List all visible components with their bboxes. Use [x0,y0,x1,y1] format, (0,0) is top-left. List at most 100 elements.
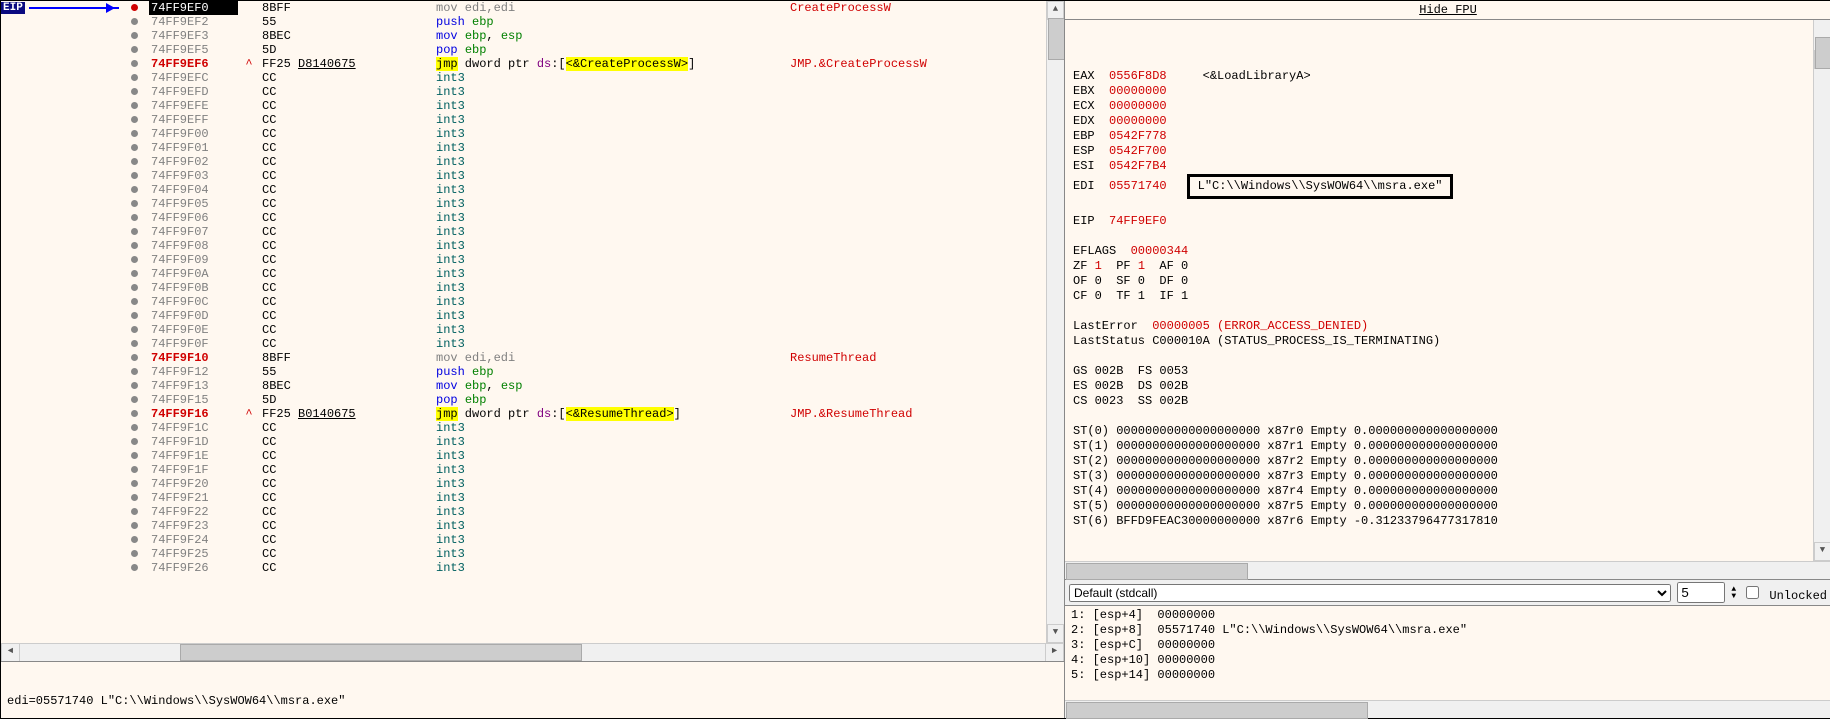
breakpoint-dot-icon[interactable] [131,88,138,95]
breakpoint-dot-icon[interactable] [131,452,138,459]
stack-arg-line[interactable]: 2: [esp+8] 05571740 L"C:\\Windows\\SysWO… [1071,623,1825,638]
breakpoint-dot-icon[interactable] [131,158,138,165]
register-line[interactable]: ESP 0542F700 [1073,144,1823,159]
disasm-row[interactable]: 74FF9F1FCCint3 [119,463,1046,477]
unlocked-checkbox-label[interactable]: Unlocked [1742,583,1827,603]
breakpoint-dot-icon[interactable] [131,550,138,557]
disasm-row[interactable]: 74FF9F0BCCint3 [119,281,1046,295]
breakpoint-dot-icon[interactable] [131,382,138,389]
breakpoint-dot-icon[interactable] [131,340,138,347]
breakpoint-dot-icon[interactable] [131,18,138,25]
breakpoint-dot-icon[interactable] [131,284,138,291]
disasm-row[interactable]: 74FF9F02CCint3 [119,155,1046,169]
breakpoint-dot-icon[interactable] [131,480,138,487]
register-line[interactable]: ST(2) 00000000000000000000 x87r2 Empty 0… [1073,454,1823,469]
register-line[interactable]: CF 0 TF 1 IF 1 [1073,289,1823,304]
breakpoint-dot-icon[interactable] [131,116,138,123]
disasm-row[interactable]: 74FF9EF55Dpop ebp [119,43,1046,57]
scroll-thumb[interactable] [180,644,582,661]
disasm-row[interactable]: 74FF9F00CCint3 [119,127,1046,141]
register-line[interactable]: ST(5) 00000000000000000000 x87r5 Empty 0… [1073,499,1823,514]
disasm-row[interactable]: 74FF9F24CCint3 [119,533,1046,547]
disasm-row[interactable]: 74FF9F05CCint3 [119,197,1046,211]
disasm-row[interactable]: 74FF9EFECCint3 [119,99,1046,113]
callconv-select[interactable]: Default (stdcall) [1069,584,1671,602]
reg-vscrollbar[interactable]: ▲ ▼ [1813,20,1830,561]
register-line[interactable] [1073,409,1823,424]
register-line[interactable]: EDI 05571740L"C:\\Windows\\SysWOW64\\msr… [1073,174,1823,199]
register-line[interactable]: ST(6) BFFD9FEAC30000000000 x87r6 Empty -… [1073,514,1823,529]
breakpoint-dot-icon[interactable] [131,172,138,179]
disasm-row[interactable]: 74FF9EF6^FF25 D8140675jmp dword ptr ds:[… [119,57,1046,71]
breakpoint-dot-icon[interactable] [131,494,138,501]
disasm-row[interactable]: 74FF9F01CCint3 [119,141,1046,155]
disasm-row[interactable]: 74FF9F108BFFmov edi,ediResumeThread [119,351,1046,365]
args-hscrollbar[interactable] [1065,700,1830,718]
breakpoint-dot-icon[interactable] [131,186,138,193]
disasm-row[interactable]: 74FF9EFCCCint3 [119,71,1046,85]
breakpoint-dot-icon[interactable] [131,536,138,543]
breakpoint-dot-icon[interactable] [131,396,138,403]
register-line[interactable]: LastStatus C000010A (STATUS_PROCESS_IS_T… [1073,334,1823,349]
breakpoint-dot-icon[interactable] [131,410,138,417]
register-line[interactable]: ST(3) 00000000000000000000 x87r3 Empty 0… [1073,469,1823,484]
disasm-row[interactable]: 74FF9F1ECCint3 [119,449,1046,463]
breakpoint-dot-icon[interactable] [131,564,138,571]
register-line[interactable]: EAX 0556F8D8 <&LoadLibraryA> [1073,69,1823,84]
disasm-row[interactable]: 74FF9EF08BFFmov edi,ediCreateProcessW [119,1,1046,15]
breakpoint-dot-icon[interactable] [131,228,138,235]
disassembly-view[interactable]: 74FF9EF08BFFmov edi,ediCreateProcessW74F… [119,1,1046,643]
scroll-thumb[interactable] [1815,37,1830,69]
breakpoint-dot-icon[interactable] [131,354,138,361]
stack-arg-line[interactable]: 3: [esp+C] 00000000 [1071,638,1825,653]
breakpoint-dot-icon[interactable] [131,102,138,109]
breakpoint-dot-icon[interactable] [131,368,138,375]
disasm-row[interactable]: 74FF9F22CCint3 [119,505,1046,519]
scroll-down-icon[interactable]: ▼ [1047,624,1064,643]
unlocked-checkbox[interactable] [1746,586,1759,599]
register-line[interactable]: EFLAGS 00000344 [1073,244,1823,259]
register-line[interactable]: ST(4) 00000000000000000000 x87r4 Empty 0… [1073,484,1823,499]
register-line[interactable]: ESI 0542F7B4 [1073,159,1823,174]
register-line[interactable]: CS 0023 SS 002B [1073,394,1823,409]
breakpoint-dot-icon[interactable] [131,256,138,263]
breakpoint-dot-icon[interactable] [131,46,138,53]
breakpoint-dot-icon[interactable] [131,4,138,11]
disasm-row[interactable]: 74FF9F138BECmov ebp, esp [119,379,1046,393]
disasm-row[interactable]: 74FF9F155Dpop ebp [119,393,1046,407]
spinner-up-down-icon[interactable]: ▲▼ [1731,586,1736,600]
disasm-row[interactable]: 74FF9F21CCint3 [119,491,1046,505]
disasm-row[interactable]: 74FF9F0ACCint3 [119,267,1046,281]
register-line[interactable] [1073,229,1823,244]
register-line[interactable]: LastError 00000005 (ERROR_ACCESS_DENIED) [1073,319,1823,334]
scroll-thumb[interactable] [1048,18,1064,60]
register-line[interactable]: ES 002B DS 002B [1073,379,1823,394]
disasm-hscrollbar[interactable]: ◄ ► [1,643,1064,661]
disasm-row[interactable]: 74FF9F0DCCint3 [119,309,1046,323]
disasm-row[interactable]: 74FF9F0ECCint3 [119,323,1046,337]
arg-count-stepper[interactable] [1677,582,1725,603]
disasm-row[interactable]: 74FF9F1255push ebp [119,365,1046,379]
breakpoint-dot-icon[interactable] [131,32,138,39]
register-line[interactable]: EBX 00000000 [1073,84,1823,99]
register-line[interactable]: GS 002B FS 0053 [1073,364,1823,379]
disasm-row[interactable]: 74FF9F08CCint3 [119,239,1046,253]
register-line[interactable]: EDX 00000000 [1073,114,1823,129]
breakpoint-dot-icon[interactable] [131,130,138,137]
breakpoint-dot-icon[interactable] [131,424,138,431]
breakpoint-dot-icon[interactable] [131,74,138,81]
breakpoint-dot-icon[interactable] [131,60,138,67]
reg-hscrollbar[interactable] [1065,561,1830,579]
disasm-row[interactable]: 74FF9F23CCint3 [119,519,1046,533]
scroll-right-icon[interactable]: ► [1045,643,1064,662]
stack-args-view[interactable]: 1: [esp+4] 000000002: [esp+8] 05571740 L… [1065,605,1830,700]
breakpoint-dot-icon[interactable] [131,200,138,207]
register-line[interactable]: EBP 0542F778 [1073,129,1823,144]
stack-arg-line[interactable]: 1: [esp+4] 00000000 [1071,608,1825,623]
breakpoint-dot-icon[interactable] [131,298,138,305]
disasm-row[interactable]: 74FF9F06CCint3 [119,211,1046,225]
disasm-row[interactable]: 74FF9EF255push ebp [119,15,1046,29]
register-line[interactable]: ECX 00000000 [1073,99,1823,114]
disasm-row[interactable]: 74FF9F04CCint3 [119,183,1046,197]
register-line[interactable]: ZF 1 PF 1 AF 0 [1073,259,1823,274]
